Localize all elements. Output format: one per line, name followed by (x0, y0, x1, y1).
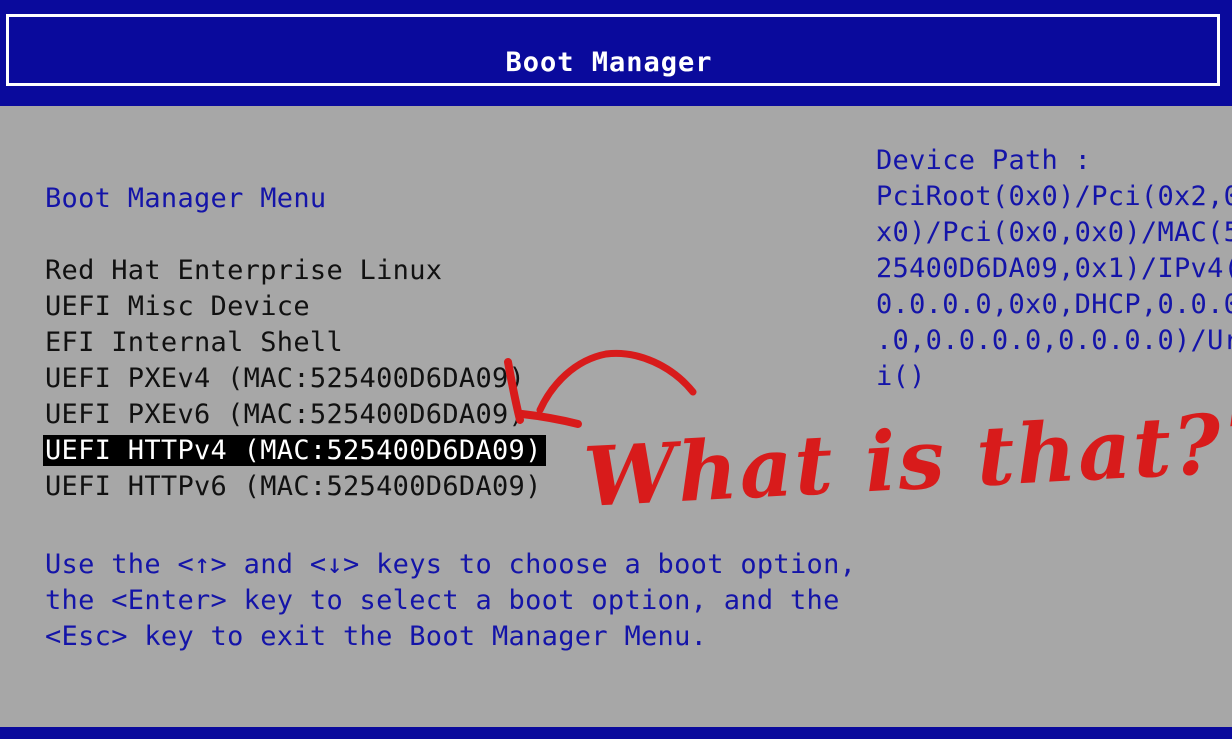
boot-manager-screen: Boot Manager Boot Manager Menu Red Hat E… (0, 0, 1232, 739)
footer-bar (0, 727, 1232, 739)
annotation-overlay (504, 349, 697, 428)
hand-drawn-arrow-icon (504, 349, 697, 428)
